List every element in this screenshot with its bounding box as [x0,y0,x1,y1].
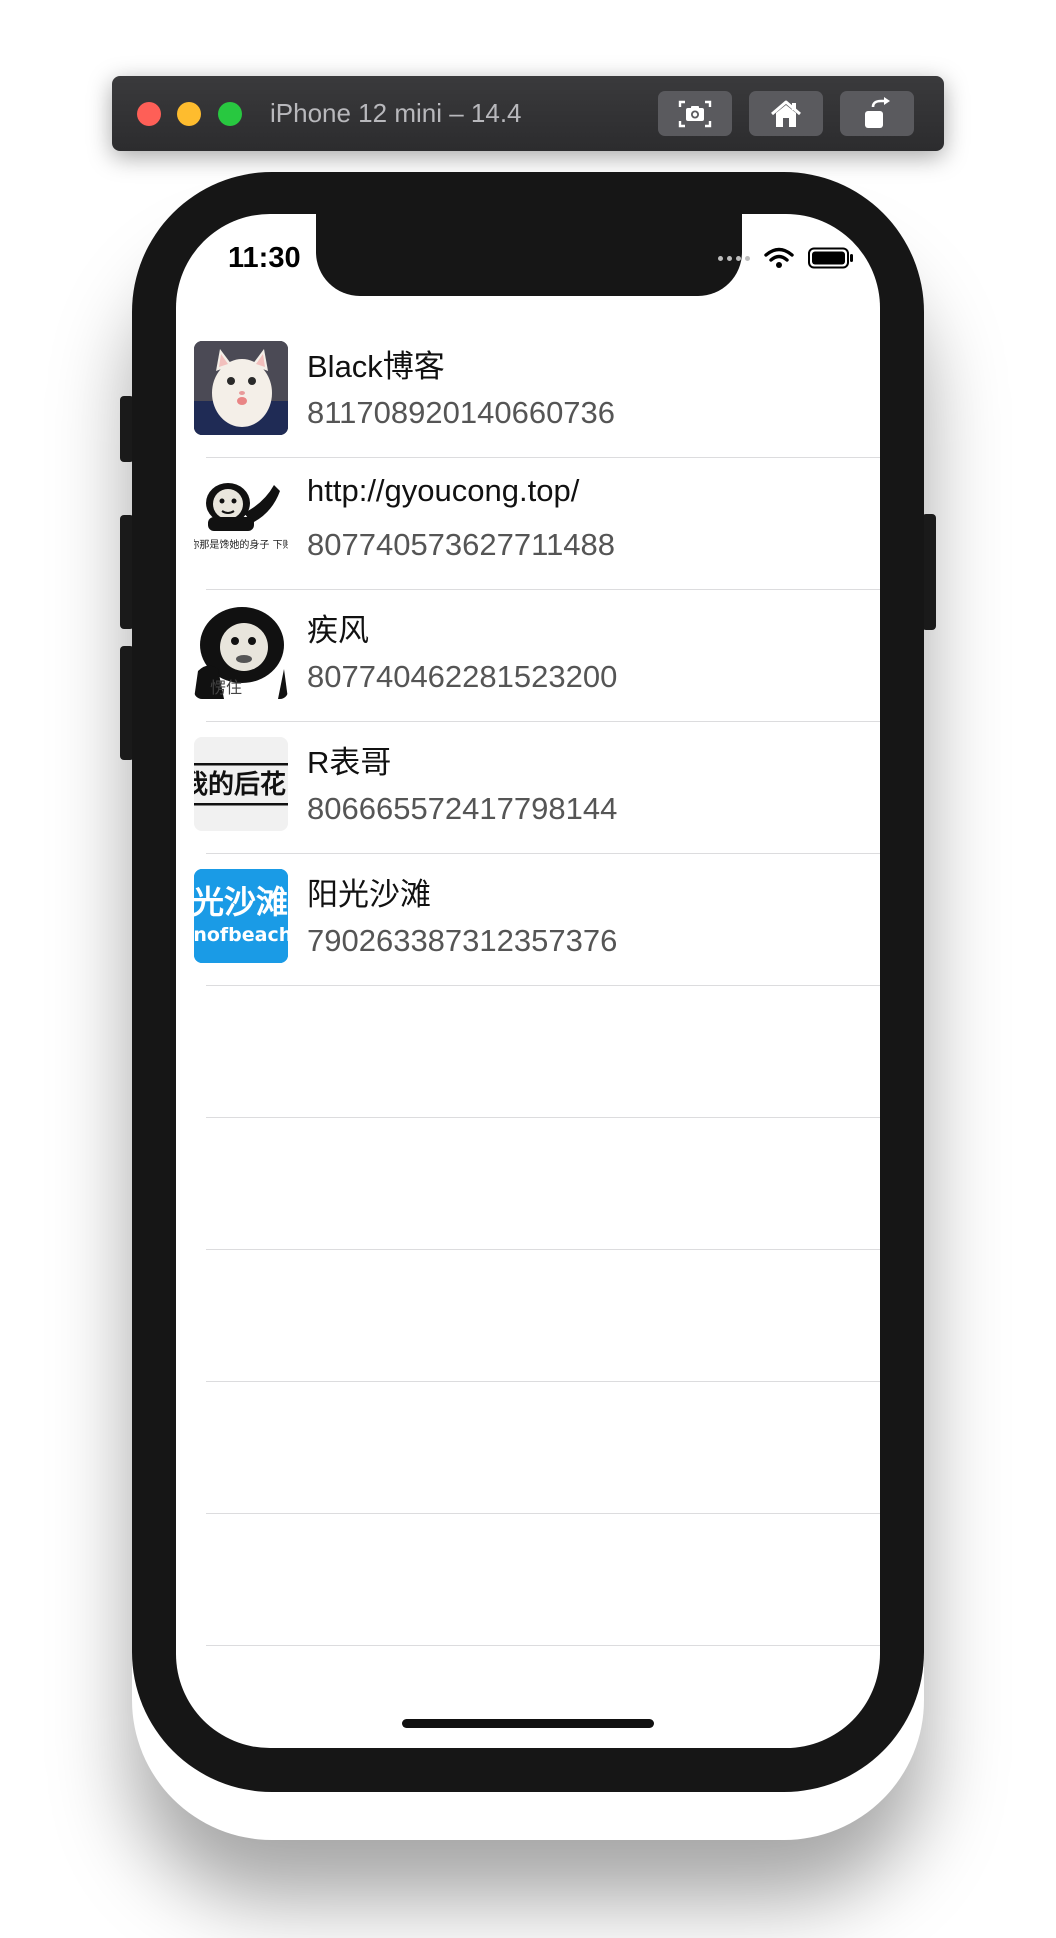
row-title: R表哥 [307,745,392,780]
contacts-table: Black博客 811708920140660736 你那是馋她的身子 下贱 h… [176,326,880,1646]
home-button[interactable] [749,91,823,136]
simulator-toolbar: iPhone 12 mini – 14.4 [112,76,944,151]
panda-meme-avatar: 愣住 [194,605,288,699]
row-subtitle: 807740573627711488 [307,527,616,562]
row-title: Black博客 [307,349,445,384]
zoom-window-button[interactable] [218,102,242,126]
row-subtitle: 790263387312357376 [307,923,618,958]
wifi-icon [764,247,794,268]
notch [316,214,742,296]
table-row[interactable]: 阳光沙滩 sunofbeach. 阳光沙滩 790263387312357376 [176,854,880,986]
rotate-icon [865,96,890,128]
table-row[interactable]: 愣住 疾风 807740462281523200 [176,590,880,722]
row-subtitle: 807740462281523200 [307,659,618,694]
home-icon [771,100,801,127]
empty-table-row [176,1118,880,1250]
blue-banner-avatar: 阳光沙滩 sunofbeach. [194,869,288,963]
row-separator [206,1645,880,1646]
signal-dots-icon [718,255,750,261]
empty-table-row [176,1382,880,1514]
camera-icon [678,100,712,127]
empty-table-row [176,986,880,1118]
power-button [922,514,936,630]
status-icons [718,246,854,270]
panda-meme-avatar: 你那是馋她的身子 下贱 [194,473,288,567]
empty-table-row [176,1514,880,1646]
rotate-button[interactable] [840,91,914,136]
battery-icon [808,247,853,269]
cat-avatar [194,341,288,435]
close-window-button[interactable] [137,102,161,126]
screenshot-button[interactable] [658,91,732,136]
svg-text:我的后花: 我的后花 [194,769,286,800]
minimize-window-button[interactable] [177,102,201,126]
svg-text:阳光沙滩: 阳光沙滩 [194,883,288,921]
status-time: 11:30 [228,242,301,274]
svg-text:愣住: 愣住 [210,678,242,697]
row-title: 阳光沙滩 [307,877,431,912]
table-row[interactable]: Black博客 811708920140660736 [176,326,880,458]
svg-text:sunofbeach.: sunofbeach. [194,924,288,946]
text-banner-avatar: 我的后花 [194,737,288,831]
row-subtitle: 806665572417798144 [307,791,618,826]
row-title: 疾风 [307,613,369,648]
row-subtitle: 811708920140660736 [307,395,616,430]
simulator-title: iPhone 12 mini – 14.4 [270,98,522,128]
table-row[interactable]: 你那是馋她的身子 下贱 http://gyoucong.top/ 8077405… [176,458,880,590]
table-row[interactable]: 我的后花 R表哥 806665572417798144 [176,722,880,854]
home-indicator[interactable] [402,1719,654,1728]
svg-text:你那是馋她的身子 下贱: 你那是馋她的身子 下贱 [194,538,288,551]
phone-screen: 11:30 Black博客 811708920140660736 你那是馋她的身… [176,214,880,1748]
row-title: http://gyoucong.top/ [307,473,580,508]
empty-table-row [176,1250,880,1382]
